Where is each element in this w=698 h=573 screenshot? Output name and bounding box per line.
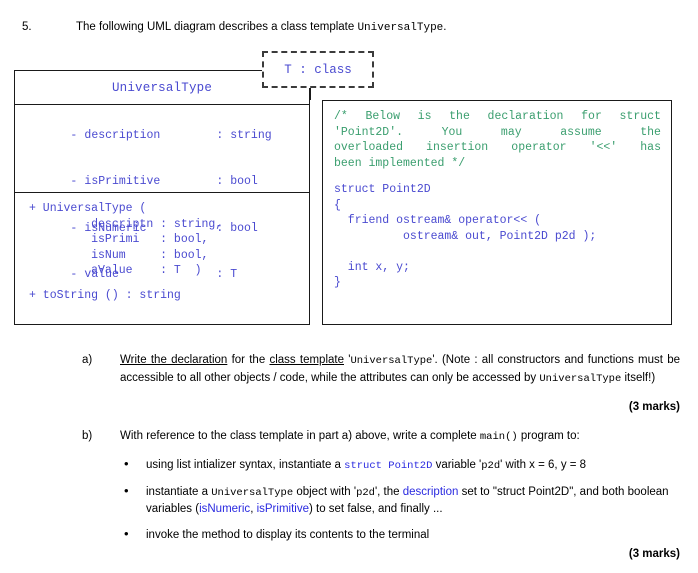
part-a-emphasis-1: Write the declaration	[120, 354, 228, 366]
part-b-intro-text-1: With reference to the class template in …	[120, 430, 480, 442]
comment-word: insertion	[426, 141, 489, 154]
uml-class-box: UniversalType - description: string - isPr…	[14, 70, 310, 325]
part-a-emphasis-2: class template	[269, 354, 344, 366]
template-parameter-text: T : class	[284, 62, 352, 77]
comment-word: You	[441, 125, 463, 139]
bullet-2-seg-6: ) to set false, and finally ...	[308, 503, 443, 515]
uml-attributes-section: - description: string - isPrimitive: bool …	[15, 105, 309, 281]
part-a-text-2: for the	[227, 354, 270, 366]
part-a-marks: (3 marks)	[628, 401, 680, 413]
code-line: int x, y;	[334, 260, 410, 274]
attribute-visibility: -	[70, 175, 78, 188]
code-line: struct Point2D	[334, 183, 431, 196]
bullet-2-seg-3: ', the	[374, 485, 403, 498]
code-comment-line: /* Below is the declaration for struct	[334, 109, 661, 125]
uml-operations-section: + UniversalType ( descriptn : string, is…	[15, 193, 309, 303]
part-a-text-6: itself!)	[621, 371, 656, 384]
bullet-1-seg-2: variable '	[432, 459, 482, 471]
comment-word: '<<'	[589, 141, 618, 154]
bullet-2-keyword-isnumeric: isNumeric	[199, 503, 251, 515]
uml-operation-line: + toString () : string	[29, 288, 181, 302]
attribute-type: : bool	[216, 175, 258, 188]
uml-operation-line: + UniversalType (	[29, 202, 147, 215]
comment-word: is	[417, 110, 432, 123]
attribute-type: : string	[216, 128, 272, 142]
bullet-1-code-2: p2d	[481, 460, 501, 472]
comment-word: assume	[560, 125, 602, 139]
question-number: 5.	[22, 21, 32, 33]
code-comment-line: 'Point2D'. You may assume the	[334, 125, 661, 141]
attribute-name: description	[84, 128, 161, 142]
part-a-text: Write the declaration for the class temp…	[120, 352, 680, 387]
uml-operation-line: aValue : T )	[29, 264, 202, 277]
attribute-visibility: -	[70, 128, 78, 142]
comment-word: the	[449, 110, 470, 123]
part-a-code-1: UniversalType	[350, 355, 433, 367]
uml-operation-line: descriptn : string,	[29, 217, 223, 231]
question-intro-code: UniversalType	[357, 22, 444, 34]
code-comment-line: been implemented */	[334, 156, 466, 170]
list-item: using list intializer syntax, instantiat…	[120, 456, 680, 475]
template-connector-line	[309, 86, 311, 100]
comment-word: has	[640, 141, 661, 154]
bullet-2-code-2: p2d	[356, 486, 375, 499]
attribute-type: : bool	[216, 221, 258, 235]
comment-word: may	[500, 125, 522, 139]
part-b-marks: (3 marks)	[628, 548, 680, 560]
template-parameter-box: T : class	[262, 51, 374, 88]
code-line: ostream& out, Point2D p2d );	[334, 229, 597, 243]
comment-word: Below	[365, 110, 400, 123]
part-b-bullet-list: using list intializer syntax, instantiat…	[120, 456, 680, 552]
bullet-2-seg-2: object with '	[293, 485, 357, 498]
uml-operation-line: isNum : bool,	[29, 248, 209, 262]
comment-word: overloaded	[334, 141, 404, 154]
part-b-intro-code: main()	[479, 431, 518, 443]
code-comment-line: overloaded insertion operator '<<' has	[334, 140, 661, 156]
code-declaration-box: /* Below is the declaration for struct '…	[322, 100, 672, 325]
part-b-label: b)	[82, 430, 93, 442]
comment-word: for	[581, 110, 602, 123]
bullet-1-seg-1: using list intializer syntax, instantiat…	[146, 459, 345, 471]
part-a-code-2: UniversalType	[539, 372, 622, 385]
code-spacer	[334, 171, 661, 182]
bullet-2-seg-1: instantiate a	[146, 485, 212, 498]
uml-class-name: UniversalType	[111, 80, 213, 95]
comment-word: struct	[619, 110, 661, 123]
comment-word: operator	[511, 141, 567, 154]
comment-word: the	[640, 125, 661, 139]
bullet-3-seg-1: invoke the method to display its content…	[146, 528, 430, 541]
question-intro-suffix: .	[443, 21, 447, 33]
code-line: friend ostream& operator<< (	[334, 214, 542, 227]
list-item: instantiate a UniversalType object with …	[120, 483, 680, 518]
bullet-2-keyword-description: description	[402, 485, 459, 498]
bullet-2-keyword-isprimitive: isPrimitive	[256, 503, 309, 515]
comment-word: declaration	[487, 110, 564, 123]
code-line: }	[334, 276, 341, 289]
uml-operation-line: isPrimi : bool,	[29, 233, 209, 246]
part-b-intro: With reference to the class template in …	[120, 428, 690, 446]
part-a-label: a)	[82, 354, 93, 366]
bullet-1-code-1: struct Point2D	[344, 460, 433, 472]
part-b-intro-text-2: program to:	[517, 430, 580, 442]
code-line: {	[334, 198, 341, 212]
bullet-2-code-1: UniversalType	[211, 486, 294, 499]
attribute-name: isPrimitive	[84, 175, 161, 188]
attribute-type: : T	[216, 268, 238, 281]
bullet-1-seg-3: ' with x = 6, y = 8	[500, 459, 587, 471]
question-intro: The following UML diagram describes a cl…	[76, 20, 446, 36]
comment-word: /*	[334, 110, 348, 123]
uml-attribute-row: - description : string	[29, 112, 309, 159]
list-item: invoke the method to display its content…	[120, 526, 680, 544]
question-intro-text: The following UML diagram describes a cl…	[76, 21, 358, 33]
comment-word: 'Point2D'.	[334, 125, 404, 139]
